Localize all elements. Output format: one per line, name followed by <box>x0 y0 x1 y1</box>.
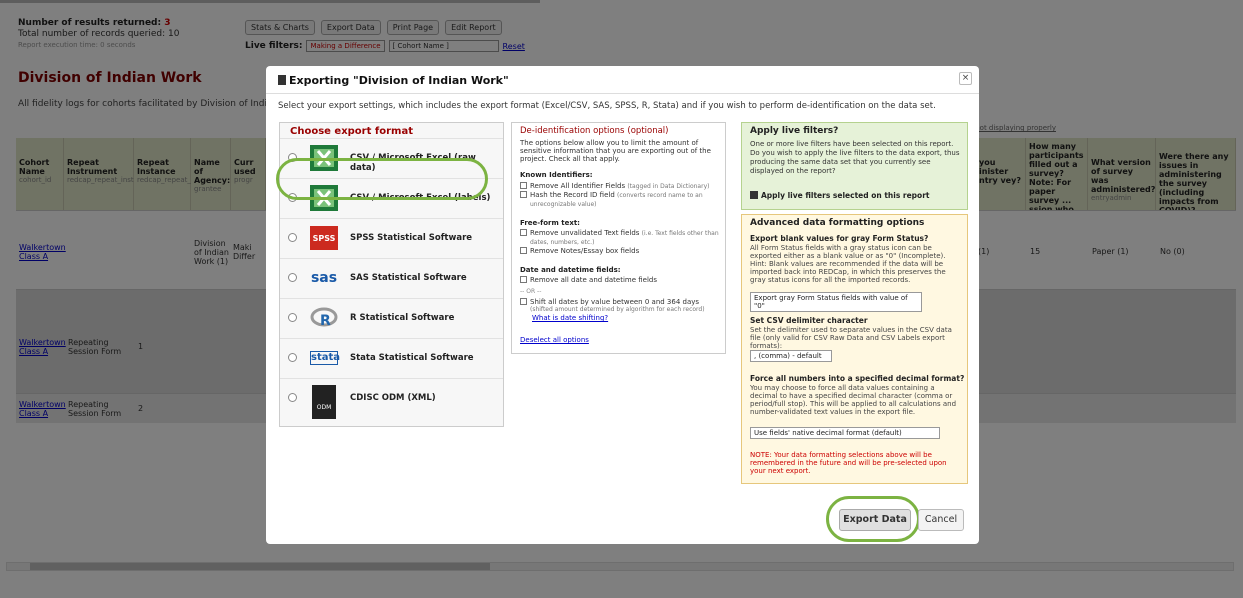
r-icon: R <box>310 307 338 329</box>
live-filters-heading: Apply live filters? <box>750 126 839 136</box>
advanced-heading: Advanced data formatting options <box>750 218 925 228</box>
format-label: SPSS Statistical Software <box>350 233 473 243</box>
spss-icon: SPSS <box>310 226 338 250</box>
shift-dates-note: (shifted amount determined by algorithm … <box>530 306 705 313</box>
blank-values-select[interactable]: Export gray Form Status fields with valu… <box>750 292 922 312</box>
format-label: Stata Statistical Software <box>350 353 474 363</box>
blank-values-text: All Form Status fields with a gray statu… <box>750 244 946 284</box>
advanced-formatting-panel: Advanced data formatting options Export … <box>741 214 968 484</box>
date-fields-heading: Date and datetime fields: <box>520 266 621 274</box>
sas-icon: sas <box>310 270 338 286</box>
format-heading: Choose export format <box>290 126 413 137</box>
document-icon <box>278 75 286 85</box>
or-separator: -- OR -- <box>520 288 542 295</box>
radio-button[interactable] <box>288 313 297 322</box>
deid-intro: The options below allow you to limit the… <box>520 139 711 163</box>
blank-values-heading: Export blank values for gray Form Status… <box>750 234 929 243</box>
decimal-heading: Force all numbers into a specified decim… <box>750 374 965 383</box>
export-data-button[interactable]: Export Data <box>839 509 911 531</box>
remove-text-fields-checkbox[interactable]: Remove unvalidated Text fields (i.e. Tex… <box>520 229 725 247</box>
format-option-spss[interactable]: SPSS SPSS Statistical Software <box>280 218 503 256</box>
svg-text:R: R <box>320 313 331 329</box>
format-option-stata[interactable]: stata Stata Statistical Software <box>280 338 503 376</box>
format-label: CDISC ODM (XML) <box>350 393 436 403</box>
shift-dates-checkbox[interactable]: Shift all dates by value between 0 and 3… <box>520 298 725 306</box>
date-shifting-link[interactable]: What is date shifting? <box>532 314 608 322</box>
dialog-header: Exporting "Division of Indian Work" × <box>266 66 979 94</box>
delimiter-text: Set the delimiter used to separate value… <box>750 326 952 350</box>
export-dialog: Exporting "Division of Indian Work" × Se… <box>266 66 979 544</box>
format-label: R Statistical Software <box>350 313 455 323</box>
decimal-text: You may choose to force all data values … <box>750 384 957 416</box>
radio-button[interactable] <box>288 273 297 282</box>
delimiter-select[interactable]: , (comma) - default <box>750 350 832 362</box>
format-option-odm[interactable]: ODM CDISC ODM (XML) <box>280 378 503 426</box>
remove-dates-checkbox[interactable]: Remove all date and datetime fields <box>520 276 725 284</box>
remove-identifiers-checkbox[interactable]: Remove All Identifier Fields (tagged in … <box>520 182 725 191</box>
stata-icon: stata <box>310 351 341 365</box>
odm-icon: ODM <box>312 385 336 419</box>
deselect-all-link[interactable]: Deselect all options <box>520 336 589 344</box>
delimiter-heading: Set CSV delimiter character <box>750 316 868 325</box>
remove-notes-checkbox[interactable]: Remove Notes/Essay box fields <box>520 247 725 255</box>
known-identifiers-heading: Known Identifiers: <box>520 171 593 179</box>
format-label: SAS Statistical Software <box>350 273 467 283</box>
format-option-sas[interactable]: sas SAS Statistical Software <box>280 258 503 296</box>
decimal-select[interactable]: Use fields' native decimal format (defau… <box>750 427 940 439</box>
deid-heading: De-identification options (optional) <box>520 126 669 136</box>
format-option-r[interactable]: R R Statistical Software <box>280 298 503 336</box>
deid-panel: De-identification options (optional) The… <box>511 122 726 354</box>
apply-live-filters-checkbox[interactable]: Apply live filters selected on this repo… <box>750 191 930 200</box>
radio-button[interactable] <box>288 233 297 242</box>
dialog-intro: Select your export settings, which inclu… <box>278 101 936 111</box>
radio-button[interactable] <box>288 353 297 362</box>
hash-record-id-checkbox[interactable]: Hash the Record ID field (converts recor… <box>520 191 725 209</box>
live-filters-text: One or more live filters have been selec… <box>750 140 960 175</box>
free-form-heading: Free-form text: <box>520 219 580 227</box>
close-button[interactable]: × <box>959 72 972 85</box>
radio-button[interactable] <box>288 393 297 402</box>
dialog-title: Exporting "Division of Indian Work" <box>278 74 509 87</box>
highlight-ring <box>276 158 488 200</box>
cancel-button[interactable]: Cancel <box>918 509 964 531</box>
formatting-note: NOTE: Your data formatting selections ab… <box>750 451 947 475</box>
live-filters-panel: Apply live filters? One or more live fil… <box>741 122 968 210</box>
